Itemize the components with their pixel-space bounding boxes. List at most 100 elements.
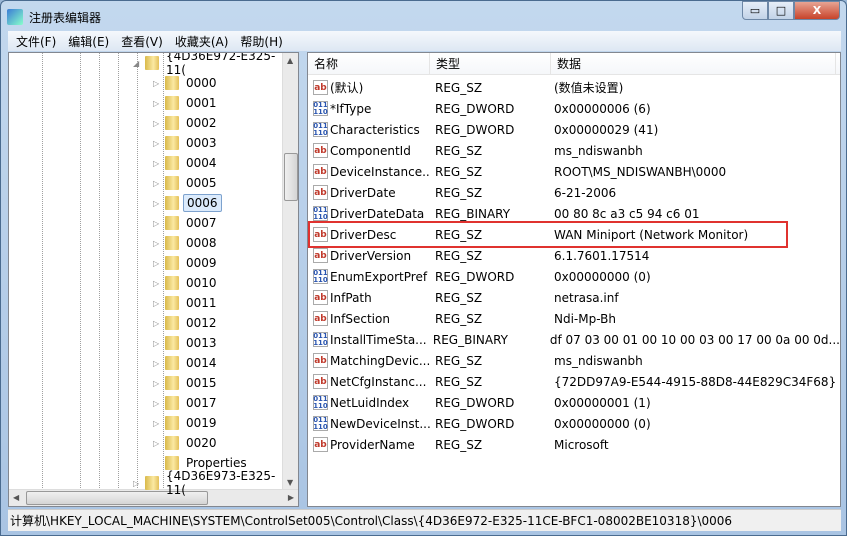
expand-arrow-icon[interactable]: ▷ (153, 159, 161, 168)
value-type: REG_SZ (435, 143, 483, 158)
expand-arrow-icon[interactable]: ▷ (153, 219, 161, 228)
tree-item-0008[interactable]: ▷ 0008 (153, 233, 220, 253)
column-type-header[interactable]: 类型 (430, 53, 551, 74)
menu-view[interactable]: 查看(V) (121, 33, 163, 50)
list-row[interactable]: 011 110 NetLuidIndex REG_DWORD 0x00000001 (1… (308, 392, 840, 413)
value-type: REG_DWORD (435, 416, 515, 431)
expand-arrow-icon[interactable]: ▷ (153, 179, 161, 188)
tree-item-0001[interactable]: ▷ 0001 (153, 93, 220, 113)
list-row[interactable]: ab InfSection REG_SZ Ndi-Mp-Bh (308, 308, 840, 329)
folder-icon (165, 436, 179, 450)
value-type: REG_SZ (435, 185, 483, 200)
expand-arrow-icon[interactable]: ▷ (153, 299, 161, 308)
list-row[interactable]: 011 110 InstallTimeSta... REG_BINARY df 07 0… (308, 329, 840, 350)
folder-icon (165, 176, 179, 190)
expand-arrow-icon[interactable]: ▷ (153, 259, 161, 268)
expand-arrow-icon[interactable]: ▷ (153, 199, 161, 208)
close-button[interactable]: X (794, 1, 840, 20)
binary-value-icon: 011 110 (313, 101, 328, 116)
expand-arrow-icon[interactable]: ▷ (153, 119, 161, 128)
tree-item-0002[interactable]: ▷ 0002 (153, 113, 220, 133)
value-data: Ndi-Mp-Bh (554, 311, 616, 326)
list-row[interactable]: ab DeviceInstance... REG_SZ ROOT\MS_NDISWAN… (308, 161, 840, 182)
tree-item-class-guid[interactable]: ◢ {4D36E972-E325-11( (133, 53, 298, 77)
tree-scroll-thumb[interactable] (284, 153, 298, 201)
value-data: ROOT\MS_NDISWANBH\0000 (554, 164, 727, 179)
expand-arrow-icon[interactable]: ▷ (153, 379, 161, 388)
expand-arrow-icon[interactable]: ▷ (153, 439, 161, 448)
list-row[interactable]: 011 110 *IfType REG_DWORD 0x00000006 (6) (308, 98, 840, 119)
list-row[interactable]: ab (默认) REG_SZ (数值未设置) (308, 77, 840, 98)
expand-arrow-icon[interactable]: ▷ (153, 319, 161, 328)
menu-edit[interactable]: 编辑(E) (68, 33, 109, 50)
expand-arrow-icon[interactable]: ▷ (133, 479, 141, 488)
list-row[interactable]: ab NetCfgInstanc... REG_SZ {72DD97A9-E544-4… (308, 371, 840, 392)
binary-value-icon: 011 110 (313, 395, 328, 410)
expand-arrow-icon[interactable]: ▷ (153, 139, 161, 148)
list-row[interactable]: 011 110 EnumExportPref REG_DWORD 0x00000000 … (308, 266, 840, 287)
tree-vertical-scrollbar[interactable]: ▲ ▼ (282, 53, 298, 490)
tree-item-0017[interactable]: ▷ 0017 (153, 393, 220, 413)
maximize-button[interactable]: □ (768, 1, 794, 20)
value-name: ComponentId (330, 143, 411, 158)
tree-item-0020[interactable]: ▷ 0020 (153, 433, 220, 453)
tree-item-0004[interactable]: ▷ 0004 (153, 153, 220, 173)
tree-item-0015[interactable]: ▷ 0015 (153, 373, 220, 393)
tree-item-0019[interactable]: ▷ 0019 (153, 413, 220, 433)
list-row[interactable]: ab InfPath REG_SZ netrasa.inf (308, 287, 840, 308)
list-row[interactable]: ab MatchingDevic... REG_SZ ms_ndiswanbh (308, 350, 840, 371)
folder-icon (165, 96, 179, 110)
tree-item-0005[interactable]: ▷ 0005 (153, 173, 220, 193)
expand-arrow-icon[interactable]: ▷ (153, 419, 161, 428)
tree-item-0011[interactable]: ▷ 0011 (153, 293, 220, 313)
string-value-icon: ab (313, 437, 328, 452)
tree-item-0013[interactable]: ▷ 0013 (153, 333, 220, 353)
menu-file[interactable]: 文件(F) (16, 33, 56, 50)
folder-icon (144, 476, 159, 490)
tree-item-0009[interactable]: ▷ 0009 (153, 253, 220, 273)
tree-item-0003[interactable]: ▷ 0003 (153, 133, 220, 153)
window-title: 注册表编辑器 (29, 10, 102, 25)
tree-item-0012[interactable]: ▷ 0012 (153, 313, 220, 333)
tree-item-next-class-guid[interactable]: ▷ {4D36E973-E325-11( (133, 469, 298, 497)
tree-item-0007[interactable]: ▷ 0007 (153, 213, 220, 233)
value-type: REG_SZ (435, 353, 483, 368)
folder-icon (144, 56, 159, 70)
value-name: DriverVersion (330, 248, 412, 263)
tree-item-0006[interactable]: ▷ 0006 (153, 193, 222, 213)
list-row[interactable]: ab DriverVersion REG_SZ 6.1.7601.17514 (308, 245, 840, 266)
folder-icon (165, 136, 179, 150)
tree-item-0014[interactable]: ▷ 0014 (153, 353, 220, 373)
column-data-header[interactable]: 数据 (551, 53, 836, 74)
value-data: ms_ndiswanbh (554, 353, 643, 368)
title-bar: 注册表编辑器 (7, 7, 101, 27)
folder-icon (165, 236, 179, 250)
list-row[interactable]: ab ProviderName REG_SZ Microsoft (308, 434, 840, 455)
menu-favorites[interactable]: 收藏夹(A) (175, 33, 229, 50)
expand-arrow-icon[interactable]: ▷ (153, 279, 161, 288)
tree-item-0000[interactable]: ▷ 0000 (153, 73, 220, 93)
tree-item-0010[interactable]: ▷ 0010 (153, 273, 220, 293)
expand-arrow-icon[interactable]: ▷ (153, 339, 161, 348)
status-bar-path: 计算机\HKEY_LOCAL_MACHINE\SYSTEM\ControlSet… (8, 509, 841, 531)
folder-icon (165, 416, 179, 430)
list-row[interactable]: ab ComponentId REG_SZ ms_ndiswanbh (308, 140, 840, 161)
value-data: {72DD97A9-E544-4915-88D8-44E829C34F68} (554, 374, 837, 389)
expand-arrow-icon[interactable]: ▷ (153, 399, 161, 408)
binary-value-icon: 011 110 (313, 206, 328, 221)
expand-arrow-icon[interactable]: ▷ (153, 359, 161, 368)
expand-arrow-icon[interactable]: ▷ (153, 99, 161, 108)
value-type: REG_SZ (435, 311, 483, 326)
minimize-button[interactable]: ▭ (742, 1, 768, 20)
folder-icon (165, 76, 179, 90)
menu-help[interactable]: 帮助(H) (240, 33, 282, 50)
column-name-header[interactable]: 名称 (308, 53, 430, 74)
list-row[interactable]: ab DriverDate REG_SZ 6-21-2006 (308, 182, 840, 203)
folder-icon (165, 336, 179, 350)
list-row[interactable]: 011 110 Characteristics REG_DWORD 0x00000029… (308, 119, 840, 140)
list-row[interactable]: 011 110 NewDeviceInst... REG_DWORD 0x0000000… (308, 413, 840, 434)
scroll-left-arrow-icon[interactable]: ◀ (13, 493, 19, 502)
expand-arrow-icon[interactable]: ▷ (153, 239, 161, 248)
collapse-arrow-icon[interactable]: ◢ (133, 59, 141, 68)
expand-arrow-icon[interactable]: ▷ (153, 79, 161, 88)
